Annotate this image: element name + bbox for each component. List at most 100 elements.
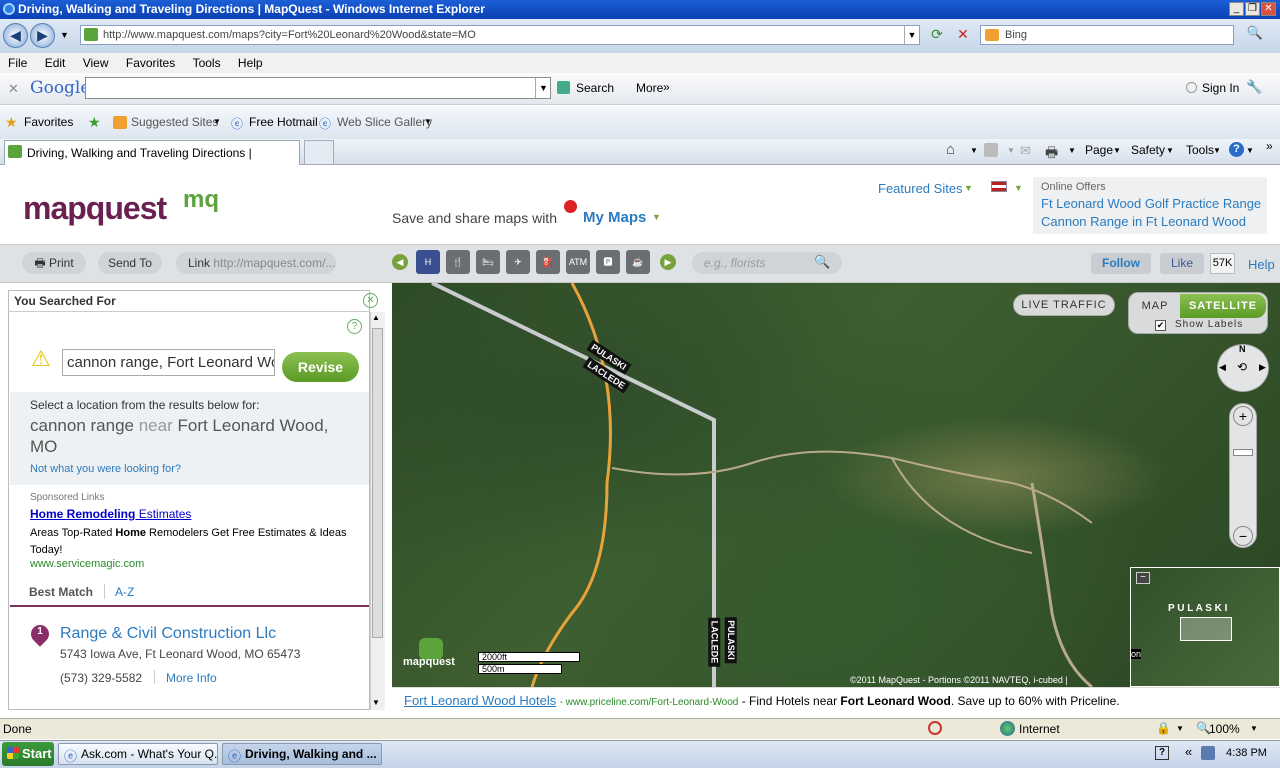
collapse-overview-icon[interactable]: − bbox=[1136, 572, 1150, 584]
home-dropdown-icon[interactable]: ▼ bbox=[970, 146, 978, 155]
category-hotels-brand-icon[interactable]: H bbox=[416, 250, 440, 274]
close-panel-icon[interactable]: ✕ bbox=[363, 293, 378, 308]
more-info-link[interactable]: More Info bbox=[166, 671, 217, 685]
url-input[interactable]: http://www.mapquest.com/maps?city=Fort%2… bbox=[80, 25, 920, 45]
categories-prev-icon[interactable]: ◀ bbox=[392, 254, 408, 270]
safety-menu[interactable]: Safety bbox=[1131, 143, 1165, 157]
tools-menu[interactable]: Tools bbox=[1186, 143, 1214, 157]
featured-dropdown-icon[interactable]: ▼ bbox=[964, 183, 973, 193]
feeds-dropdown-icon[interactable]: ▼ bbox=[1007, 146, 1015, 155]
sort-best-match[interactable]: Best Match bbox=[29, 585, 93, 599]
search-go-icon[interactable]: 🔍 bbox=[1240, 25, 1270, 45]
ad-url[interactable]: www.servicemagic.com bbox=[30, 558, 144, 570]
tray-help-icon[interactable]: ? bbox=[1155, 746, 1169, 760]
close-window-button[interactable]: ✕ bbox=[1261, 2, 1276, 16]
category-airports-icon[interactable]: ✈ bbox=[506, 250, 530, 274]
my-maps-dropdown-icon[interactable]: ▼ bbox=[652, 212, 661, 222]
close-toolbar-icon[interactable]: ✕ bbox=[8, 81, 19, 97]
favorites-button[interactable]: Favorites bbox=[24, 115, 73, 129]
google-more-button[interactable]: More bbox=[636, 81, 663, 95]
help-question-icon[interactable]: ? bbox=[347, 319, 362, 334]
categories-next-icon[interactable]: ▶ bbox=[660, 254, 676, 270]
zoom-out-icon[interactable]: − bbox=[1233, 526, 1253, 546]
poi-search-icon[interactable]: 🔍 bbox=[814, 254, 830, 270]
stop-icon[interactable]: ✕ bbox=[953, 26, 973, 44]
ad-title-link[interactable]: Home Remodeling Estimates bbox=[30, 507, 191, 521]
refresh-icon[interactable]: ⟳ bbox=[927, 26, 947, 44]
network-icon[interactable] bbox=[1201, 746, 1215, 760]
tray-expand-icon[interactable]: « bbox=[1185, 744, 1192, 759]
google-search-button[interactable]: Search bbox=[576, 81, 614, 95]
recenter-icon[interactable]: ⟲ bbox=[1237, 360, 1247, 374]
offer-link-2[interactable]: Cannon Range in Ft Leonard Wood bbox=[1041, 214, 1246, 229]
featured-sites-link[interactable]: Featured Sites bbox=[878, 181, 963, 196]
back-button[interactable]: ◀ bbox=[3, 23, 28, 48]
help-dropdown-icon[interactable]: ▼ bbox=[1246, 146, 1254, 155]
wrench-icon[interactable]: 🔧 bbox=[1246, 79, 1262, 95]
tab-mapquest[interactable]: Driving, Walking and Traveling Direction… bbox=[4, 140, 300, 184]
suggested-dropdown-icon[interactable]: ▼ bbox=[213, 117, 221, 126]
free-hotmail-link[interactable]: Free Hotmail bbox=[249, 115, 318, 129]
send-to-button[interactable]: Send To bbox=[98, 252, 162, 274]
locale-dropdown-icon[interactable]: ▼ bbox=[1014, 183, 1023, 193]
category-atm-icon[interactable]: ATM bbox=[566, 250, 590, 274]
maximize-button[interactable]: ❐ bbox=[1245, 2, 1260, 16]
forward-button[interactable]: ▶ bbox=[30, 23, 55, 48]
category-parking-icon[interactable]: 🅿 bbox=[596, 250, 620, 274]
print-icon[interactable]: 🖶 bbox=[1045, 142, 1058, 166]
help-icon[interactable]: ? bbox=[1229, 142, 1244, 157]
sign-in-link[interactable]: Sign In bbox=[1202, 81, 1239, 95]
history-dropdown-icon[interactable]: ▼ bbox=[60, 30, 69, 40]
mapquest-logo[interactable]: mapquest bbox=[23, 190, 167, 227]
taskbar-item-ask[interactable]: Ask.com - What's Your Q... bbox=[58, 743, 218, 765]
my-maps-link[interactable]: My Maps bbox=[583, 209, 646, 226]
map-view-button[interactable]: MAP bbox=[1131, 295, 1179, 317]
add-favorites-icon[interactable]: ★ bbox=[88, 114, 101, 131]
zoom-in-icon[interactable]: + bbox=[1233, 406, 1253, 426]
satellite-view-button[interactable]: SATELLITE bbox=[1180, 294, 1266, 318]
zoom-handle[interactable] bbox=[1233, 449, 1253, 456]
pan-right-icon[interactable]: ▶ bbox=[1259, 362, 1266, 373]
hotels-ad-link[interactable]: Fort Leonard Wood Hotels bbox=[404, 693, 556, 708]
revise-button[interactable]: Revise bbox=[282, 352, 359, 382]
link-field[interactable]: Link http://mapquest.com/... bbox=[176, 252, 336, 274]
pan-left-icon[interactable]: ◀ bbox=[1219, 362, 1226, 373]
menu-file[interactable]: File bbox=[8, 56, 27, 70]
offer-link-1[interactable]: Ft Leonard Wood Golf Practice Range bbox=[1041, 196, 1261, 211]
scroll-thumb[interactable] bbox=[372, 328, 383, 638]
print-button[interactable]: 🖶 Print bbox=[22, 252, 86, 274]
category-coffee-icon[interactable]: ☕ bbox=[626, 250, 650, 274]
menu-edit[interactable]: Edit bbox=[45, 56, 66, 70]
hotels-ad-url[interactable]: - www.priceline.com/Fort-Leonard-Wood bbox=[560, 697, 739, 708]
category-gas-icon[interactable]: ⛽ bbox=[536, 250, 560, 274]
clock[interactable]: 4:38 PM bbox=[1226, 747, 1267, 759]
us-flag-icon[interactable] bbox=[991, 181, 1007, 192]
overview-viewport[interactable] bbox=[1180, 617, 1232, 641]
scroll-up-icon[interactable]: ▲ bbox=[372, 313, 380, 322]
show-labels-checkbox[interactable]: ✔ bbox=[1155, 320, 1166, 331]
home-icon[interactable]: ⌂ bbox=[946, 141, 955, 158]
google-search-input[interactable] bbox=[85, 77, 551, 99]
print-dropdown-icon[interactable]: ▼ bbox=[1068, 146, 1076, 155]
sort-az[interactable]: A-Z bbox=[115, 585, 134, 599]
page-menu[interactable]: Page bbox=[1085, 143, 1113, 157]
protected-mode-icon[interactable]: 🔒 bbox=[1156, 721, 1171, 735]
toolbar-overflow-icon[interactable]: » bbox=[1266, 139, 1273, 153]
webslice-dropdown-icon[interactable]: ▼ bbox=[424, 117, 432, 126]
zoom-dropdown-icon[interactable]: ▼ bbox=[1250, 724, 1258, 733]
menu-favorites[interactable]: Favorites bbox=[126, 56, 175, 70]
google-dropdown-icon[interactable]: ▼ bbox=[535, 78, 551, 98]
zoom-level[interactable]: 100% bbox=[1209, 722, 1240, 736]
taskbar-item-mapquest[interactable]: Driving, Walking and ... bbox=[222, 743, 382, 765]
twitter-follow-button[interactable]: Follow bbox=[1091, 253, 1151, 274]
web-slice-gallery-link[interactable]: Web Slice Gallery bbox=[337, 115, 432, 129]
minimize-button[interactable]: _ bbox=[1229, 2, 1244, 16]
new-tab-button[interactable] bbox=[304, 140, 334, 164]
result-name-link[interactable]: Range & Civil Construction Llc bbox=[60, 625, 276, 643]
category-restaurants-icon[interactable]: 🍴 bbox=[446, 250, 470, 274]
live-traffic-button[interactable]: LIVE TRAFFIC bbox=[1013, 294, 1115, 316]
facebook-like-button[interactable]: Like bbox=[1160, 253, 1204, 274]
search-input[interactable]: Bing bbox=[980, 25, 1234, 45]
menu-help[interactable]: Help bbox=[238, 56, 263, 70]
not-what-link[interactable]: Not what you were looking for? bbox=[30, 463, 181, 475]
